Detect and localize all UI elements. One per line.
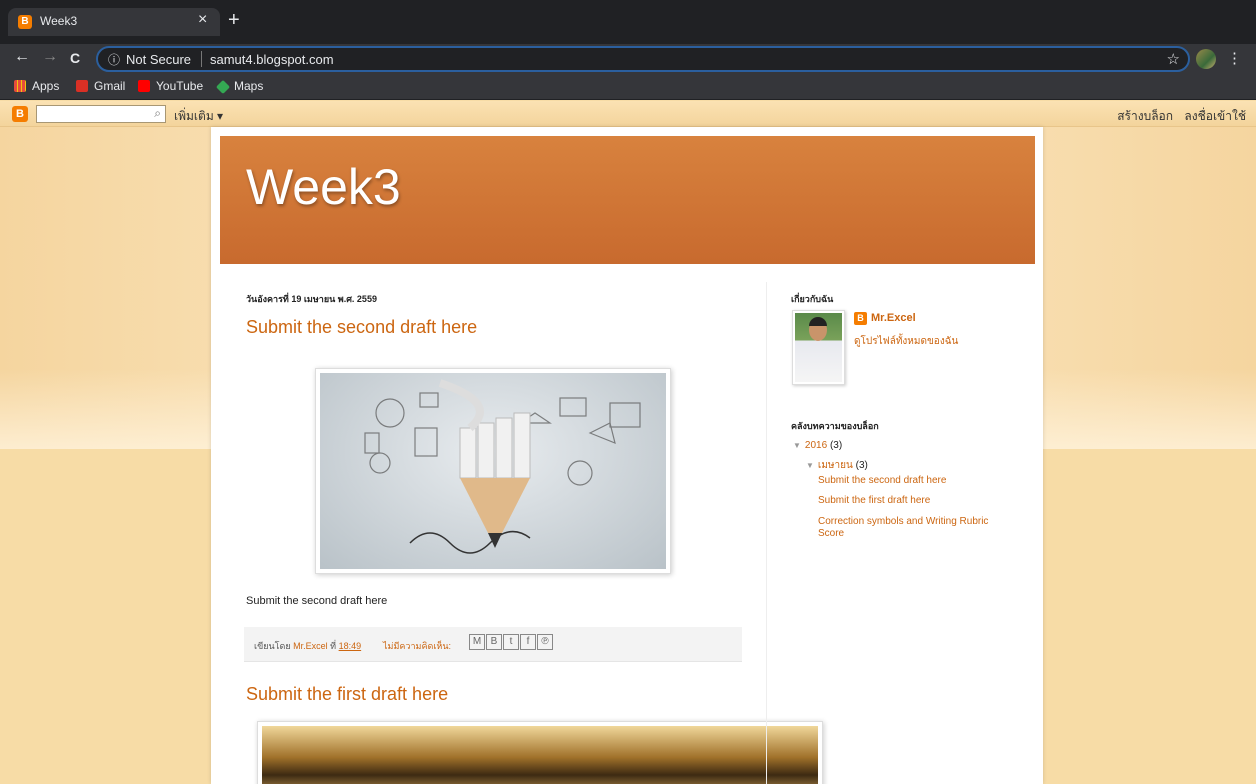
sign-in-link[interactable]: ลงชื่อเข้าใช้ (1184, 109, 1246, 123)
tab-close-icon[interactable]: × (198, 11, 207, 29)
blog-search-input[interactable]: ⌕ (36, 105, 166, 123)
year-toggle-icon[interactable]: ▼ (793, 441, 801, 450)
year-link[interactable]: 2016 (805, 440, 827, 451)
search-icon[interactable]: ⌕ (154, 106, 161, 121)
back-button[interactable]: ← (14, 48, 30, 66)
info-icon[interactable]: ⓘ (108, 51, 120, 68)
archive-post-link[interactable]: Correction symbols and Writing Rubric Sc… (818, 516, 1013, 540)
year-count: (3) (829, 440, 843, 451)
create-blog-link[interactable]: สร้างบล็อก (1117, 109, 1173, 123)
archive-heading: คลังบทความของบล็อก (791, 421, 879, 431)
post-image[interactable] (315, 368, 671, 574)
browser-menu-icon[interactable]: ⋮ (1227, 49, 1242, 67)
more-menu[interactable]: เพิ่มเติม ▾ (174, 107, 223, 126)
bookmark-label: YouTube (156, 79, 204, 93)
omnibox-divider (201, 51, 202, 67)
blogger-favicon-icon: B (18, 15, 32, 29)
email-share-icon[interactable]: M (469, 634, 485, 650)
blog-header: Week3 (220, 136, 1035, 264)
url-text[interactable]: samut4.blogspot.com (210, 52, 334, 67)
blogger-logo-icon[interactable]: B (12, 106, 28, 122)
post-title[interactable]: Submit the first draft here (246, 684, 448, 705)
bookmark-maps[interactable]: Maps (215, 79, 264, 95)
apps-grid-icon (14, 80, 26, 92)
post-title[interactable]: Submit the second draft here (246, 317, 477, 338)
author-link[interactable]: Mr.Excel (293, 641, 328, 651)
comments-link[interactable]: ไม่มีความคิดเห็น: (383, 639, 451, 653)
profile-photo-image (795, 313, 842, 382)
post-meta: เขียนโดย Mr.Excel ที่ 18:49 (254, 639, 361, 653)
blogger-profile-icon: B (854, 312, 867, 325)
date-header: วันอังคารที่ 19 เมษายน พ.ศ. 2559 (246, 294, 377, 304)
gmail-icon (76, 80, 88, 92)
pencil-ideas-image (320, 373, 666, 569)
forward-button[interactable]: → (42, 48, 58, 66)
bookmark-label: Maps (234, 79, 264, 93)
book-image (262, 726, 818, 784)
archive-post-link[interactable]: Submit the second draft here (818, 475, 1018, 487)
view-full-profile-link[interactable]: ดูโปรไฟล์ทั้งหมดของฉัน (854, 334, 958, 349)
post-time-link[interactable]: 18:49 (339, 641, 362, 651)
at-label: ที่ (330, 641, 337, 651)
tab-strip: B Week3 × + (0, 0, 1256, 44)
browser-toolbar: ← → C ⓘ Not Secure samut4.blogspot.com ☆… (0, 44, 1256, 74)
posted-by-label: เขียนโดย (254, 641, 291, 651)
post-footer: เขียนโดย Mr.Excel ที่ 18:49 ไม่มีความคิด… (244, 627, 742, 662)
share-buttons: M B t f ℗ (469, 634, 554, 650)
month-toggle-icon[interactable]: ▼ (806, 461, 814, 470)
bookmark-apps[interactable]: Apps (14, 79, 59, 93)
blog-title[interactable]: Week3 (246, 158, 401, 216)
blogthis-share-icon[interactable]: B (486, 634, 502, 650)
profile-name-link[interactable]: Mr.Excel (871, 312, 916, 324)
pinterest-share-icon[interactable]: ℗ (537, 634, 553, 650)
new-tab-button[interactable]: + (228, 10, 240, 30)
security-label[interactable]: Not Secure (126, 52, 191, 67)
profile-hair (809, 317, 827, 326)
archive-year: ▼ 2016 (3) (793, 440, 842, 451)
maps-pin-icon (215, 79, 231, 95)
tab-title: Week3 (40, 14, 78, 28)
month-link[interactable]: เมษายน (818, 460, 853, 471)
archive-post-link[interactable]: Submit the first draft here (818, 495, 1018, 507)
blogger-navbar: B ⌕ เพิ่มเติม ▾ สร้างบล็อก ลงชื่อเข้าใช้ (0, 101, 1256, 127)
address-bar[interactable]: ⓘ Not Secure samut4.blogspot.com ☆ (96, 46, 1190, 72)
youtube-icon (138, 80, 150, 92)
navbar-right-links: สร้างบล็อก ลงชื่อเข้าใช้ (1109, 107, 1246, 126)
column-divider (766, 282, 767, 784)
reload-button[interactable]: C (70, 50, 80, 66)
bookmark-label: Gmail (94, 79, 126, 93)
month-count: (3) (855, 460, 868, 471)
post-body: Submit the second draft here (246, 595, 388, 607)
bookmark-label: Apps (32, 79, 60, 93)
profile-avatar-icon[interactable] (1196, 49, 1216, 69)
pencil-illustration (364, 379, 641, 554)
profile-photo[interactable] (792, 310, 845, 385)
post-image[interactable] (257, 721, 823, 784)
twitter-share-icon[interactable]: t (503, 634, 519, 650)
blog-content: Week3 วันอังคารที่ 19 เมษายน พ.ศ. 2559 S… (211, 127, 1043, 784)
archive-month: ▼ เมษายน (3) (806, 458, 868, 473)
bookmarks-bar: Apps Gmail YouTube Maps (0, 74, 1256, 100)
about-heading: เกี่ยวกับฉัน (791, 294, 834, 304)
facebook-share-icon[interactable]: f (520, 634, 536, 650)
tab-week3[interactable]: B Week3 × (8, 8, 220, 36)
bookmark-gmail[interactable]: Gmail (76, 79, 125, 93)
bookmark-star-icon[interactable]: ☆ (1167, 50, 1180, 68)
bookmark-youtube[interactable]: YouTube (138, 79, 203, 93)
